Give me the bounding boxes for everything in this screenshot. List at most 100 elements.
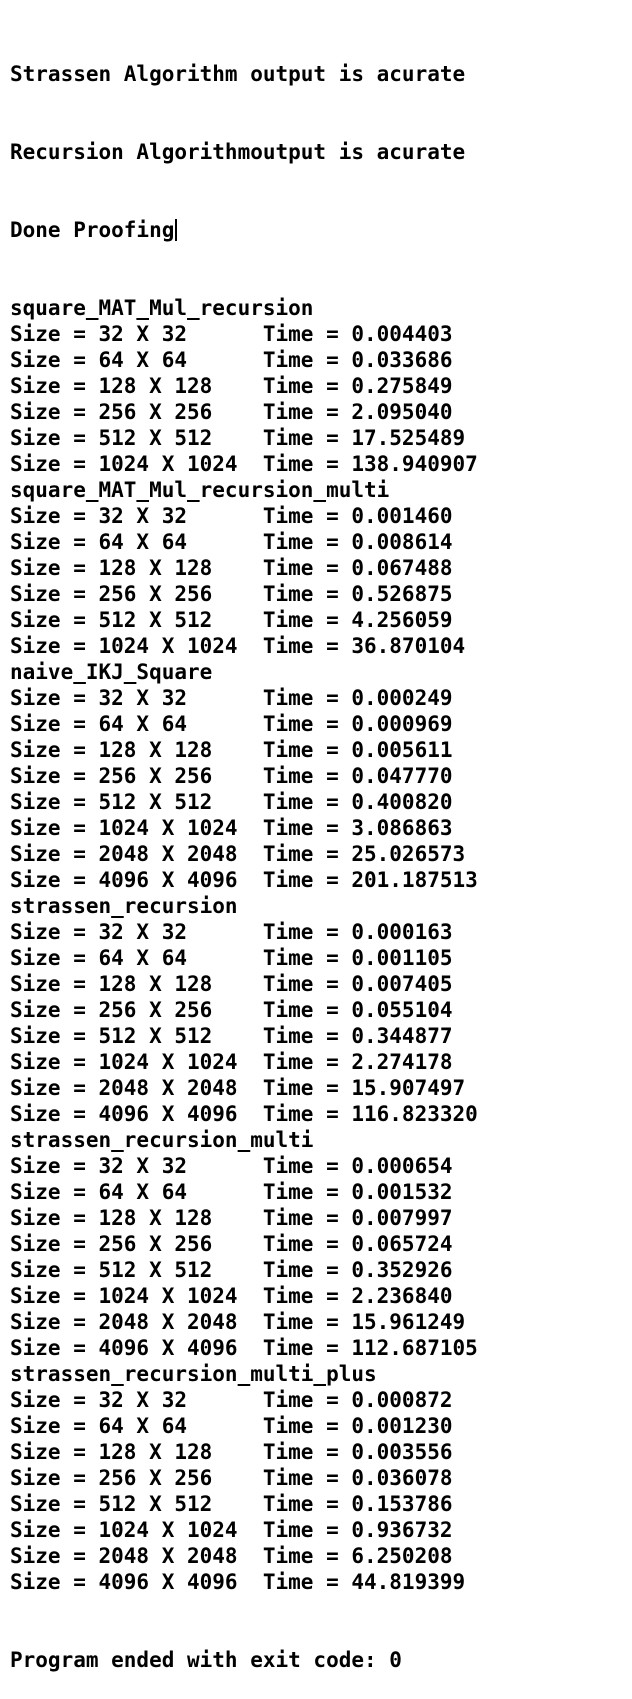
timing-row: Size = 128 X 128 Time = 0.007997: [10, 1205, 632, 1231]
timing-row: Size = 32 X 32 Time = 0.000249: [10, 685, 632, 711]
timing-row: Size = 32 X 32 Time = 0.001460: [10, 503, 632, 529]
section-title-line: naive_IKJ_Square: [10, 659, 632, 685]
matrix-size: Size = 512 X 512: [10, 426, 213, 450]
matrix-size: Size = 1024 X 1024: [10, 1518, 238, 1542]
matrix-size: Size = 256 X 256: [10, 582, 213, 606]
matrix-size: Size = 32 X 32: [10, 920, 188, 944]
timing-row: Size = 32 X 32 Time = 0.004403: [10, 321, 632, 347]
timing-row: Size = 256 X 256 Time = 0.047770: [10, 763, 632, 789]
matrix-size: Size = 4096 X 4096: [10, 868, 238, 892]
elapsed-time: Time = 0.000249: [262, 686, 453, 710]
elapsed-time: Time = 138.940907: [262, 452, 478, 476]
timing-row: Size = 512 X 512 Time = 0.153786: [10, 1491, 632, 1517]
elapsed-time: Time = 0.007405: [262, 972, 453, 996]
matrix-size: Size = 128 X 128: [10, 1206, 213, 1230]
timing-row: Size = 256 X 256 Time = 0.055104: [10, 997, 632, 1023]
timing-row: Size = 128 X 128 Time = 0.005611: [10, 737, 632, 763]
elapsed-time: Time = 201.187513: [262, 868, 478, 892]
section-title-line: square_MAT_Mul_recursion: [10, 295, 632, 321]
matrix-size: Size = 128 X 128: [10, 374, 213, 398]
text-cursor: [175, 219, 178, 241]
matrix-size: Size = 128 X 128: [10, 556, 213, 580]
elapsed-time: Time = 0.047770: [262, 764, 453, 788]
elapsed-time: Time = 0.000163: [262, 920, 453, 944]
matrix-size: Size = 4096 X 4096: [10, 1102, 238, 1126]
section-title: square_MAT_Mul_recursion_multi: [10, 478, 390, 502]
matrix-size: Size = 2048 X 2048: [10, 1544, 238, 1568]
matrix-size: Size = 512 X 512: [10, 790, 213, 814]
matrix-size: Size = 64 X 64: [10, 1414, 188, 1438]
matrix-size: Size = 256 X 256: [10, 998, 213, 1022]
elapsed-time: Time = 0.526875: [262, 582, 453, 606]
elapsed-time: Time = 2.236840: [262, 1284, 453, 1308]
elapsed-time: Time = 15.961249: [262, 1310, 466, 1334]
elapsed-time: Time = 0.000872: [262, 1388, 453, 1412]
timing-row: Size = 128 X 128 Time = 0.275849: [10, 373, 632, 399]
status-line-done: Done Proofing: [10, 218, 175, 242]
timing-row: Size = 256 X 256 Time = 2.095040: [10, 399, 632, 425]
matrix-size: Size = 128 X 128: [10, 738, 213, 762]
timing-row: Size = 128 X 128 Time = 0.003556: [10, 1439, 632, 1465]
elapsed-time: Time = 0.001230: [262, 1414, 453, 1438]
matrix-size: Size = 64 X 64: [10, 1180, 188, 1204]
timing-row: Size = 256 X 256 Time = 0.036078: [10, 1465, 632, 1491]
matrix-size: Size = 64 X 64: [10, 348, 188, 372]
matrix-size: Size = 128 X 128: [10, 972, 213, 996]
elapsed-time: Time = 0.033686: [262, 348, 453, 372]
section-title: strassen_recursion_multi_plus: [10, 1362, 377, 1386]
matrix-size: Size = 32 X 32: [10, 1154, 188, 1178]
elapsed-time: Time = 0.007997: [262, 1206, 453, 1230]
section-title: naive_IKJ_Square: [10, 660, 213, 684]
elapsed-time: Time = 2.274178: [262, 1050, 453, 1074]
elapsed-time: Time = 116.823320: [262, 1102, 478, 1126]
matrix-size: Size = 2048 X 2048: [10, 1076, 238, 1100]
timing-row: Size = 2048 X 2048 Time = 25.026573: [10, 841, 632, 867]
timing-row: Size = 32 X 32 Time = 0.000654: [10, 1153, 632, 1179]
console-line: Done Proofing: [10, 217, 632, 243]
elapsed-time: Time = 0.000969: [262, 712, 453, 736]
elapsed-time: Time = 3.086863: [262, 816, 453, 840]
timing-row: Size = 2048 X 2048 Time = 15.907497: [10, 1075, 632, 1101]
timing-sections: square_MAT_Mul_recursion Size = 32 X 32 Ti…: [10, 295, 632, 1595]
console-line: Recursion Algorithmoutput is acurate: [10, 139, 632, 165]
section-title-line: strassen_recursion_multi_plus: [10, 1361, 632, 1387]
elapsed-time: Time = 0.067488: [262, 556, 453, 580]
elapsed-time: Time = 36.870104: [262, 634, 466, 658]
elapsed-time: Time = 0.004403: [262, 322, 453, 346]
section-title: square_MAT_Mul_recursion: [10, 296, 314, 320]
elapsed-time: Time = 0.065724: [262, 1232, 453, 1256]
matrix-size: Size = 64 X 64: [10, 946, 188, 970]
console-line: Program ended with exit code: 0: [10, 1647, 632, 1673]
console-line: Strassen Algorithm output is acurate: [10, 61, 632, 87]
elapsed-time: Time = 0.036078: [262, 1466, 453, 1490]
status-line-recursion: Recursion Algorithmoutput is acurate: [10, 140, 466, 164]
matrix-size: Size = 128 X 128: [10, 1440, 213, 1464]
timing-row: Size = 1024 X 1024 Time = 3.086863: [10, 815, 632, 841]
elapsed-time: Time = 25.026573: [262, 842, 466, 866]
timing-row: Size = 512 X 512 Time = 0.352926: [10, 1257, 632, 1283]
timing-row: Size = 1024 X 1024 Time = 2.236840: [10, 1283, 632, 1309]
elapsed-time: Time = 2.095040: [262, 400, 453, 424]
timing-row: Size = 512 X 512 Time = 4.256059: [10, 607, 632, 633]
timing-row: Size = 64 X 64 Time = 0.001230: [10, 1413, 632, 1439]
timing-row: Size = 64 X 64 Time = 0.033686: [10, 347, 632, 373]
elapsed-time: Time = 0.003556: [262, 1440, 453, 1464]
section-title: strassen_recursion: [10, 894, 238, 918]
console-output[interactable]: Strassen Algorithm output is acurate Rec…: [0, 0, 632, 1672]
timing-row: Size = 64 X 64 Time = 0.008614: [10, 529, 632, 555]
exit-status-line: Program ended with exit code: 0: [10, 1648, 402, 1672]
matrix-size: Size = 512 X 512: [10, 608, 213, 632]
timing-row: Size = 1024 X 1024 Time = 2.274178: [10, 1049, 632, 1075]
matrix-size: Size = 1024 X 1024: [10, 1050, 238, 1074]
matrix-size: Size = 32 X 32: [10, 1388, 188, 1412]
timing-row: Size = 1024 X 1024 Time = 138.940907: [10, 451, 632, 477]
matrix-size: Size = 1024 X 1024: [10, 1284, 238, 1308]
elapsed-time: Time = 0.001105: [262, 946, 453, 970]
matrix-size: Size = 1024 X 1024: [10, 816, 238, 840]
section-title-line: square_MAT_Mul_recursion_multi: [10, 477, 632, 503]
timing-row: Size = 128 X 128 Time = 0.067488: [10, 555, 632, 581]
matrix-size: Size = 64 X 64: [10, 530, 188, 554]
elapsed-time: Time = 0.400820: [262, 790, 453, 814]
timing-row: Size = 128 X 128 Time = 0.007405: [10, 971, 632, 997]
elapsed-time: Time = 0.344877: [262, 1024, 453, 1048]
